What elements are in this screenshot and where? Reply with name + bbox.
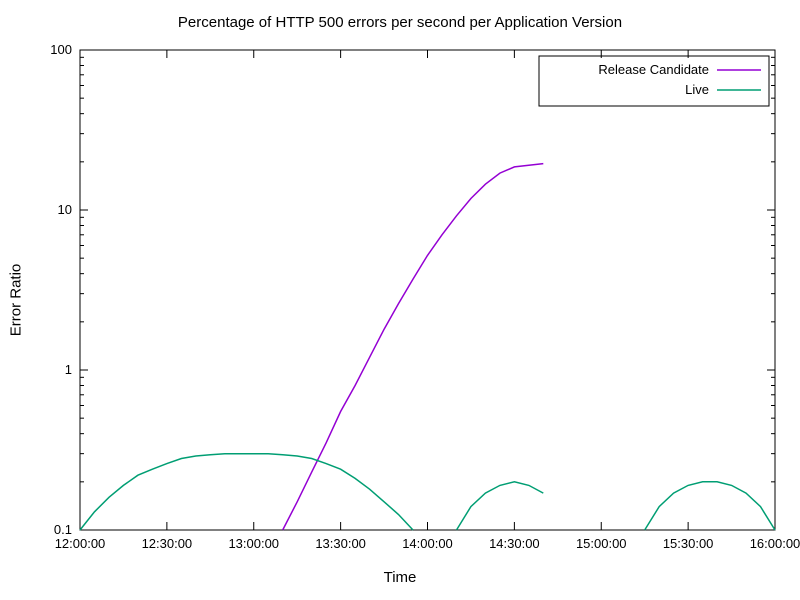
x-tick-label: 14:30:00 <box>489 536 540 551</box>
series-live <box>457 482 544 530</box>
y-tick-label: 10 <box>58 202 72 217</box>
y-tick-label: 1 <box>65 362 72 377</box>
x-tick-label: 14:00:00 <box>402 536 453 551</box>
x-tick-label: 15:00:00 <box>576 536 627 551</box>
chart-container: Percentage of HTTP 500 errors per second… <box>0 0 800 600</box>
series-live <box>645 482 775 530</box>
x-tick-label: 12:00:00 <box>55 536 106 551</box>
x-tick-label: 16:00:00 <box>750 536 800 551</box>
chart-svg: 0.1 1 10 100 12:00:00 12:30:00 13:00:00 13:30:0… <box>0 0 800 600</box>
legend-label: Release Candidate <box>598 62 709 77</box>
x-tick-label: 12:30:00 <box>142 536 193 551</box>
series-live <box>80 454 413 530</box>
series-release-candidate <box>283 164 544 530</box>
y-tick-label: 0.1 <box>54 522 72 537</box>
x-tick-label: 15:30:00 <box>663 536 714 551</box>
legend-label: Live <box>685 82 709 97</box>
y-tick-label: 100 <box>50 42 72 57</box>
x-tick-label: 13:00:00 <box>228 536 279 551</box>
x-tick-label: 13:30:00 <box>315 536 366 551</box>
